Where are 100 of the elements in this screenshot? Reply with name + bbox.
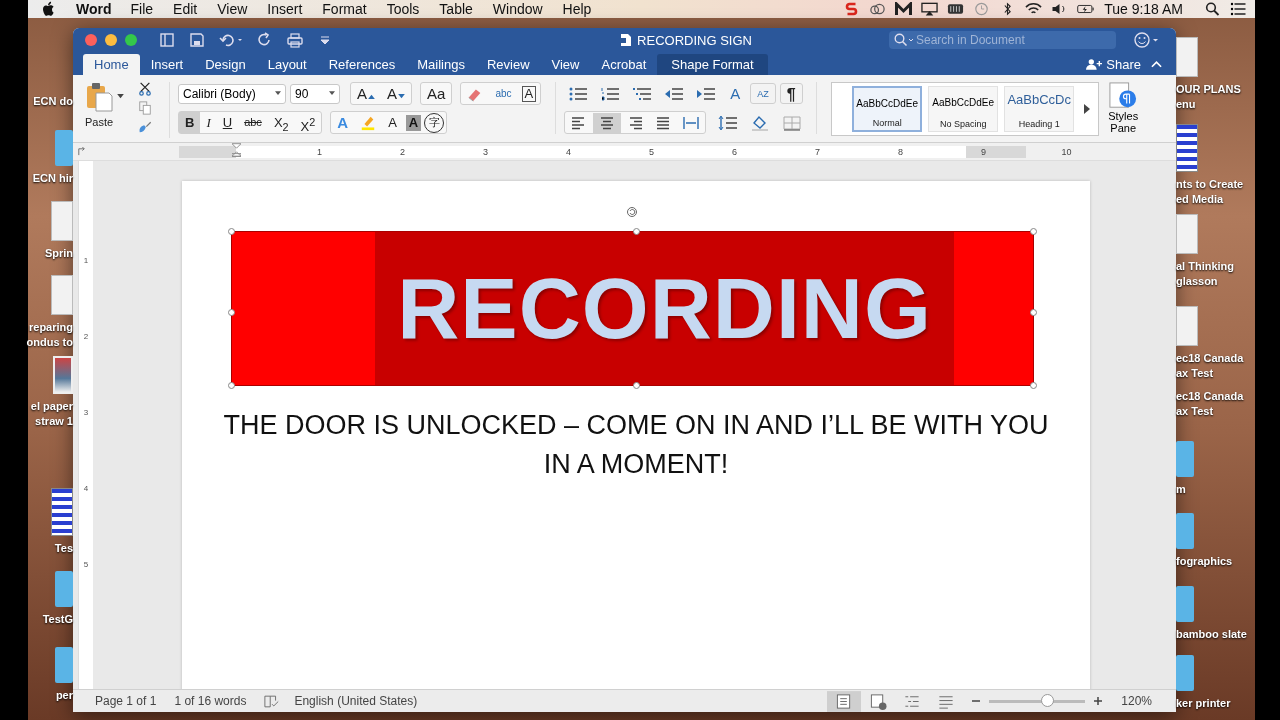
desktop-icon-label[interactable]: el paper bbox=[30, 399, 73, 414]
zoom-button[interactable] bbox=[125, 34, 137, 46]
menu-item[interactable]: Edit bbox=[173, 1, 198, 17]
zoom-slider[interactable] bbox=[1040, 693, 1054, 707]
desktop-icon-label[interactable]: TestG bbox=[42, 612, 73, 627]
style-preset[interactable]: AaBbCcDc Heading 1 bbox=[1004, 86, 1075, 132]
copy-icon[interactable] bbox=[138, 101, 152, 115]
sidebar-icon[interactable] bbox=[159, 32, 175, 48]
sort-button[interactable]: AZ bbox=[750, 83, 776, 104]
spreadsheet-icon[interactable] bbox=[51, 488, 73, 536]
font-name-dropdown[interactable]: Calibri (Body) bbox=[178, 83, 286, 104]
menu-item[interactable]: Window bbox=[492, 1, 543, 17]
apple-icon[interactable] bbox=[42, 1, 56, 17]
format-button[interactable]: B bbox=[179, 112, 201, 133]
desktop-icon-label[interactable]: m bbox=[1176, 482, 1186, 497]
format-button[interactable]: X$_{2}$ bbox=[267, 112, 295, 133]
proofing-book-icon[interactable] bbox=[264, 694, 281, 708]
align-icon[interactable] bbox=[593, 112, 622, 133]
desktop-icon-label[interactable]: Sprin bbox=[44, 246, 73, 261]
search-icon[interactable] bbox=[1204, 2, 1221, 16]
desktop-icon-label[interactable]: bamboo slate bbox=[1176, 627, 1247, 642]
desktop-icon-label[interactable]: enu bbox=[1176, 97, 1196, 112]
undo-icon[interactable] bbox=[219, 32, 243, 48]
font-size-dropdown[interactable]: 90 bbox=[290, 83, 340, 104]
wifi-icon[interactable] bbox=[1025, 2, 1043, 16]
desktop-icon-label[interactable]: ec18 Canada bbox=[1176, 389, 1244, 404]
m-logo-icon[interactable] bbox=[895, 2, 913, 16]
share-button[interactable]: Share bbox=[1086, 54, 1141, 75]
menu-item[interactable]: Format bbox=[322, 1, 367, 17]
font-color-button[interactable]: A bbox=[382, 112, 403, 133]
character-shading-button[interactable]: A bbox=[405, 114, 422, 131]
menu-clock[interactable]: Tue 9:18 AM bbox=[1104, 1, 1183, 17]
phonetic-guide-button[interactable]: abc bbox=[489, 83, 518, 104]
tab-stop-icon[interactable] bbox=[77, 147, 86, 156]
ribbon-tab[interactable]: Design bbox=[194, 54, 257, 75]
style-preset[interactable]: AaBbCcDdEe Normal bbox=[852, 86, 923, 132]
ribbon-tab[interactable]: References bbox=[317, 54, 407, 75]
caret-icon[interactable] bbox=[117, 94, 124, 99]
ribbon-tab[interactable]: Mailings bbox=[406, 54, 476, 75]
word-count[interactable]: 1 of 16 words bbox=[174, 694, 247, 708]
ribbon-tab[interactable]: Acrobat bbox=[590, 54, 658, 75]
list-icon[interactable] bbox=[1230, 2, 1247, 16]
rotate-handle-icon[interactable] bbox=[626, 206, 638, 218]
desktop-icon-label[interactable]: ECN do bbox=[33, 94, 73, 109]
brush-icon[interactable] bbox=[138, 120, 152, 134]
menu-item[interactable]: Tools bbox=[386, 1, 420, 17]
battery-meter-icon[interactable] bbox=[947, 2, 965, 16]
minimize-button[interactable] bbox=[105, 34, 117, 46]
collapse-ribbon-icon[interactable] bbox=[1151, 60, 1162, 68]
smiley-icon[interactable] bbox=[1134, 32, 1160, 48]
character-border-button[interactable]: A bbox=[521, 85, 537, 102]
grow-font-button[interactable]: A bbox=[351, 83, 381, 104]
banner-shape[interactable]: RECORDING bbox=[231, 231, 1034, 386]
format-button[interactable]: U bbox=[216, 112, 239, 133]
desktop-icon-label[interactable]: ax Test bbox=[1176, 404, 1214, 419]
ribbon-tab[interactable]: Insert bbox=[139, 54, 195, 75]
format-button[interactable]: I bbox=[200, 112, 217, 133]
desktop-icon-label[interactable]: per bbox=[55, 688, 73, 703]
print-layout-icon[interactable] bbox=[827, 690, 862, 712]
menu-item[interactable]: Help bbox=[562, 1, 592, 17]
ribbon-tab[interactable]: Shape Format bbox=[657, 54, 768, 75]
menu-item[interactable]: View bbox=[217, 1, 248, 17]
search-field[interactable]: Search in Document bbox=[889, 31, 1116, 49]
ribbon-tab[interactable]: Layout bbox=[256, 54, 318, 75]
style-preset[interactable]: AaBbCcDdEe No Spacing bbox=[928, 86, 999, 132]
ribbon-tab[interactable]: Home bbox=[83, 54, 140, 75]
show-formatting-button[interactable]: ¶ bbox=[779, 83, 803, 104]
shrink-font-button[interactable]: A bbox=[381, 83, 412, 104]
save-icon[interactable] bbox=[189, 32, 205, 48]
print-icon[interactable] bbox=[287, 32, 303, 48]
desktop-icon-label[interactable]: ax Test bbox=[1176, 366, 1214, 381]
desktop-icon-label[interactable]: ed Media bbox=[1176, 192, 1224, 207]
menu-item[interactable]: File bbox=[130, 1, 154, 17]
styles-pane-button[interactable]: Styles Pane bbox=[1105, 82, 1142, 134]
desktop-icon-label[interactable]: OUR PLANS bbox=[1176, 82, 1241, 97]
cloud-icon[interactable] bbox=[869, 2, 887, 16]
desktop-icon-label[interactable]: nts to Create bbox=[1176, 177, 1244, 192]
zoom-percent[interactable]: 120% bbox=[1121, 694, 1152, 708]
desktop-icon-label[interactable]: al Thinking bbox=[1176, 259, 1235, 274]
indent-marker-icon[interactable] bbox=[232, 142, 241, 157]
ribbon-tab[interactable]: Review bbox=[475, 54, 541, 75]
desktop-icon-label[interactable]: fographics bbox=[1176, 554, 1233, 569]
desktop-icon-label[interactable]: straw 1 bbox=[35, 414, 73, 429]
more-styles-icon[interactable] bbox=[1084, 104, 1091, 114]
zoom-in-icon[interactable] bbox=[1093, 696, 1104, 706]
scissors-icon[interactable] bbox=[138, 82, 152, 96]
spreadsheet-icon[interactable] bbox=[1176, 124, 1198, 172]
desktop-icon-label[interactable]: Tes bbox=[54, 541, 73, 556]
menu-item[interactable]: Table bbox=[439, 1, 473, 17]
photo-icon[interactable] bbox=[53, 356, 73, 394]
close-button[interactable] bbox=[85, 34, 97, 46]
desktop-icon-label[interactable]: ker printer bbox=[1176, 696, 1231, 711]
redo-icon[interactable] bbox=[257, 32, 273, 48]
app-menu[interactable]: Word bbox=[76, 1, 112, 17]
desktop-icon-label[interactable]: ECN hir bbox=[32, 171, 73, 186]
desktop-icon-label[interactable]: glasson bbox=[1176, 274, 1218, 289]
format-button[interactable]: abc bbox=[238, 112, 268, 133]
battery-icon[interactable] bbox=[1077, 2, 1095, 16]
menu-item[interactable]: Insert bbox=[267, 1, 303, 17]
page-count[interactable]: Page 1 of 1 bbox=[95, 694, 157, 708]
